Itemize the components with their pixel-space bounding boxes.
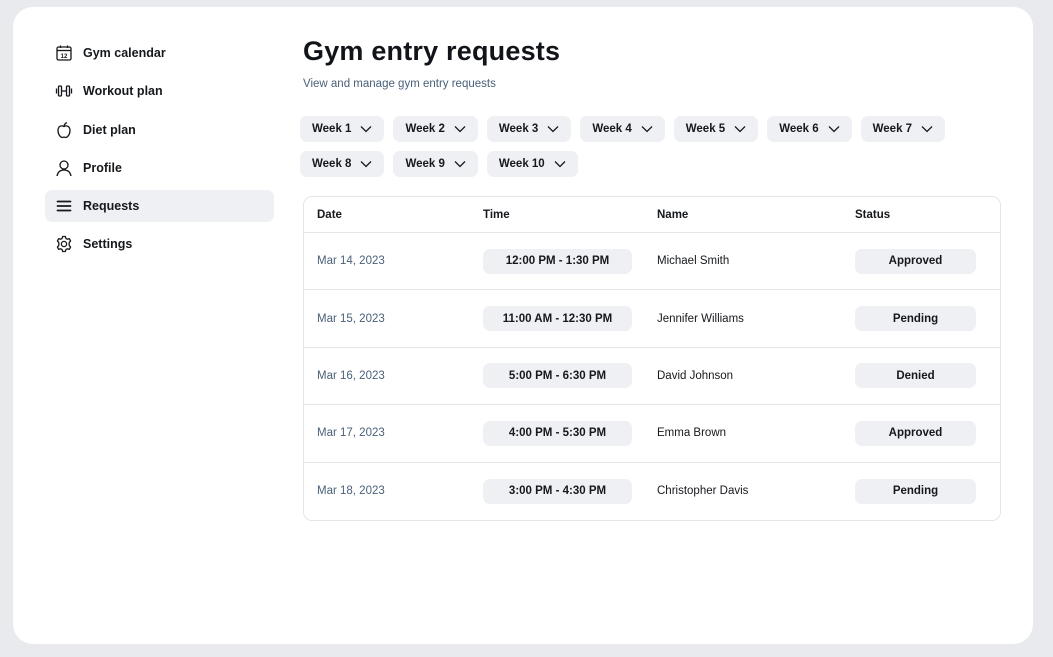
- week-filter-bar: Week 1 Week 2 Week 3 Week 4 Week 5 Week …: [300, 116, 990, 177]
- week-10-dropdown[interactable]: Week 10: [486, 151, 578, 177]
- week-label: Week 6: [779, 123, 819, 135]
- chevron-down-icon: [454, 160, 466, 168]
- week-8-dropdown[interactable]: Week 8: [300, 151, 385, 177]
- chevron-down-icon: [828, 125, 840, 133]
- week-7-dropdown[interactable]: Week 7: [860, 116, 946, 142]
- sidebar-item-gym-calendar[interactable]: 12 Gym calendar: [45, 37, 274, 69]
- table-row[interactable]: Mar 15, 2023 11:00 AM - 12:30 PM Jennife…: [304, 290, 1000, 348]
- sidebar-item-label: Gym calendar: [83, 46, 166, 60]
- requester-name: Jennifer Williams: [657, 312, 744, 325]
- status-badge[interactable]: Approved: [855, 420, 976, 446]
- page-title: Gym entry requests: [303, 36, 561, 66]
- gear-icon: [55, 235, 73, 253]
- sidebar-item-profile[interactable]: Profile: [45, 152, 274, 184]
- sidebar-item-requests[interactable]: Requests: [45, 190, 274, 223]
- requester-name: Christopher Davis: [657, 485, 749, 498]
- chevron-down-icon: [734, 125, 746, 133]
- apple-icon: [55, 121, 73, 139]
- week-6-dropdown[interactable]: Week 6: [767, 116, 852, 142]
- week-label: Week 4: [592, 123, 632, 135]
- table-row[interactable]: Mar 16, 2023 5:00 PM - 6:30 PM David Joh…: [304, 348, 1000, 406]
- column-header-name[interactable]: Name: [657, 209, 855, 221]
- chevron-down-icon: [641, 125, 653, 133]
- table-row[interactable]: Mar 14, 2023 12:00 PM - 1:30 PM Michael …: [304, 233, 1000, 291]
- sidebar-item-settings[interactable]: Settings: [45, 228, 274, 260]
- request-date: Mar 15, 2023: [317, 312, 385, 325]
- table-row[interactable]: Mar 18, 2023 3:00 PM - 4:30 PM Christoph…: [304, 463, 1000, 520]
- column-header-date[interactable]: Date: [304, 209, 483, 221]
- requester-name: Michael Smith: [657, 255, 730, 268]
- week-label: Week 1: [312, 123, 352, 135]
- sidebar-item-label: Diet plan: [83, 122, 136, 137]
- chevron-down-icon: [360, 160, 372, 168]
- sidebar-item-label: Settings: [83, 237, 133, 252]
- status-badge[interactable]: Approved: [855, 248, 976, 274]
- calendar-day-number: 12: [61, 54, 68, 60]
- sidebar: 12 Gym calendar Workout plan Diet plan P…: [45, 37, 274, 267]
- week-label: Week 7: [872, 123, 913, 135]
- requests-table: Date Time Name Status Mar 14, 2023 12:00…: [303, 196, 1001, 521]
- request-date: Mar 17, 2023: [317, 427, 385, 440]
- status-badge[interactable]: Pending: [855, 478, 976, 504]
- request-date: Mar 18, 2023: [317, 485, 385, 498]
- week-3-dropdown[interactable]: Week 3: [486, 116, 572, 142]
- week-1-dropdown[interactable]: Week 1: [300, 116, 385, 142]
- week-label: Week 5: [685, 123, 726, 135]
- app-window: 12 Gym calendar Workout plan Diet plan P…: [13, 7, 1033, 644]
- sidebar-item-diet-plan[interactable]: Diet plan: [45, 114, 274, 146]
- sidebar-item-label: Profile: [83, 160, 122, 175]
- week-label: Week 8: [312, 158, 352, 170]
- user-icon: [55, 159, 73, 177]
- time-slot-badge: 5:00 PM - 6:30 PM: [483, 363, 632, 389]
- week-label: Week 9: [405, 158, 445, 170]
- chevron-down-icon: [921, 125, 933, 133]
- week-label: Week 2: [405, 123, 445, 135]
- requester-name: David Johnson: [657, 369, 734, 382]
- time-slot-badge: 12:00 PM - 1:30 PM: [483, 248, 632, 274]
- chevron-down-icon: [454, 125, 466, 133]
- time-slot-badge: 11:00 AM - 12:30 PM: [483, 306, 632, 332]
- sidebar-item-label: Requests: [83, 199, 140, 214]
- menu-icon: [55, 197, 73, 215]
- week-label: Week 10: [498, 158, 545, 170]
- column-header-time[interactable]: Time: [483, 209, 657, 221]
- request-date: Mar 16, 2023: [317, 369, 385, 382]
- week-5-dropdown[interactable]: Week 5: [673, 116, 759, 142]
- dumbbell-icon: [55, 82, 73, 100]
- page-subtitle: View and manage gym entry requests: [303, 78, 496, 90]
- time-slot-badge: 4:00 PM - 5:30 PM: [483, 420, 632, 446]
- status-badge[interactable]: Denied: [855, 363, 976, 389]
- chevron-down-icon: [554, 160, 566, 168]
- week-4-dropdown[interactable]: Week 4: [580, 116, 665, 142]
- week-9-dropdown[interactable]: Week 9: [393, 151, 478, 177]
- status-badge[interactable]: Pending: [855, 306, 976, 332]
- sidebar-item-label: Workout plan: [83, 84, 163, 99]
- chevron-down-icon: [360, 125, 372, 133]
- table-row[interactable]: Mar 17, 2023 4:00 PM - 5:30 PM Emma Brow…: [304, 405, 1000, 463]
- column-header-status[interactable]: Status: [855, 209, 1000, 221]
- sidebar-item-workout-plan[interactable]: Workout plan: [45, 75, 274, 107]
- chevron-down-icon: [547, 125, 559, 133]
- request-date: Mar 14, 2023: [317, 255, 385, 268]
- calendar-icon: 12: [55, 44, 73, 62]
- week-label: Week 3: [498, 123, 539, 135]
- time-slot-badge: 3:00 PM - 4:30 PM: [483, 478, 632, 504]
- table-header: Date Time Name Status: [304, 197, 1000, 233]
- requester-name: Emma Brown: [657, 427, 727, 440]
- week-2-dropdown[interactable]: Week 2: [393, 116, 478, 142]
